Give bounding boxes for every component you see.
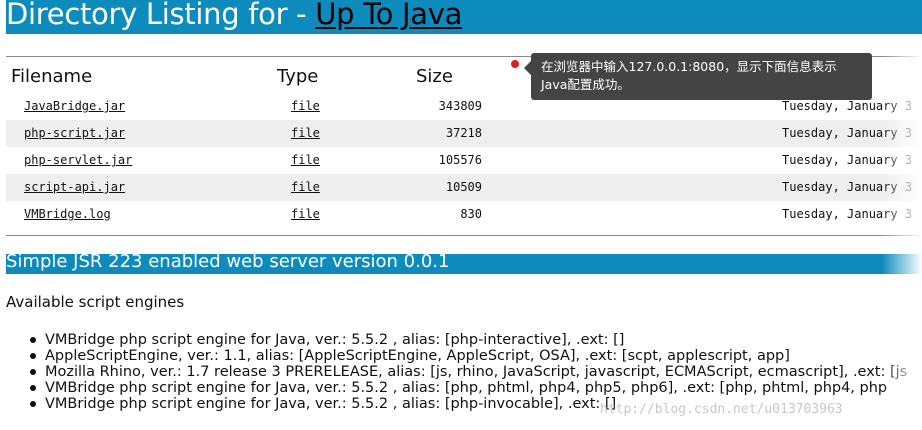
engines-heading: Available script engines xyxy=(6,293,185,311)
file-size: 37218 xyxy=(445,126,482,140)
right-edge-fade xyxy=(882,34,922,430)
table-row: VMBridge.log file 830 Tuesday, January 3 xyxy=(6,201,922,228)
watermark-text: http://blog.csdn.net/u013703963 xyxy=(600,402,843,417)
server-version-text: Simple JSR 223 enabled web server versio… xyxy=(6,251,450,272)
file-type-link[interactable]: file xyxy=(291,99,320,113)
file-size: 830 xyxy=(460,207,482,221)
file-type-link[interactable]: file xyxy=(291,126,320,140)
file-type-link[interactable]: file xyxy=(291,153,320,167)
engine-description: VMBridge php script engine for Java, ver… xyxy=(45,332,625,348)
table-row: script-api.jar file 10509 Tuesday, Janua… xyxy=(6,174,922,201)
engine-description: VMBridge php script engine for Java, ver… xyxy=(45,380,888,396)
column-header-filename: Filename xyxy=(11,66,93,87)
bullet-icon xyxy=(30,337,36,343)
bullet-icon xyxy=(30,385,36,391)
table-divider xyxy=(6,235,922,236)
file-size: 105576 xyxy=(438,153,482,167)
file-name-link[interactable]: script-api.jar xyxy=(24,180,125,194)
file-type-link[interactable]: file xyxy=(291,180,320,194)
engine-description: AppleScriptEngine, ver.: 1.1, alias: [Ap… xyxy=(45,348,790,364)
list-item: VMBridge php script engine for Java, ver… xyxy=(28,332,907,348)
list-item: Mozilla Rhino, ver.: 1.7 release 3 PRERE… xyxy=(28,364,907,380)
column-header-size: Size xyxy=(416,66,453,87)
annotation-marker-dot xyxy=(511,60,519,68)
file-size: 10509 xyxy=(445,180,482,194)
bullet-icon xyxy=(30,353,36,359)
file-name-link[interactable]: php-servlet.jar xyxy=(24,153,132,167)
file-name-link[interactable]: php-script.jar xyxy=(24,126,125,140)
column-header-type: Type xyxy=(277,66,319,87)
tooltip-line: 在浏览器中输入127.0.0.1:8080，显示下面信息表示 xyxy=(541,59,837,74)
engine-description: VMBridge php script engine for Java, ver… xyxy=(45,396,617,412)
table-row: php-servlet.jar file 105576 Tuesday, Jan… xyxy=(6,147,922,174)
bullet-icon xyxy=(30,369,36,375)
file-size: 343809 xyxy=(438,99,482,113)
file-type-link[interactable]: file xyxy=(291,207,320,221)
page-title-prefix: Directory Listing for - xyxy=(6,0,316,31)
tooltip-arrow xyxy=(524,61,531,75)
up-to-parent-link[interactable]: Up To Java xyxy=(315,0,462,31)
file-name-link[interactable]: JavaBridge.jar xyxy=(24,99,125,113)
list-item: VMBridge php script engine for Java, ver… xyxy=(28,380,907,396)
engine-list: VMBridge php script engine for Java, ver… xyxy=(28,332,907,412)
tooltip-line: Java配置成功。 xyxy=(541,77,630,92)
bullet-icon xyxy=(30,401,36,407)
annotation-tooltip: 在浏览器中输入127.0.0.1:8080，显示下面信息表示 Java配置成功。 xyxy=(531,53,872,100)
engine-description: Mozilla Rhino, ver.: 1.7 release 3 PRERE… xyxy=(45,364,908,380)
page-title: Directory Listing for - Up To Java xyxy=(6,0,462,31)
file-name-link[interactable]: VMBridge.log xyxy=(24,207,111,221)
table-row: php-script.jar file 37218 Tuesday, Janua… xyxy=(6,120,922,147)
list-item: AppleScriptEngine, ver.: 1.1, alias: [Ap… xyxy=(28,348,907,364)
